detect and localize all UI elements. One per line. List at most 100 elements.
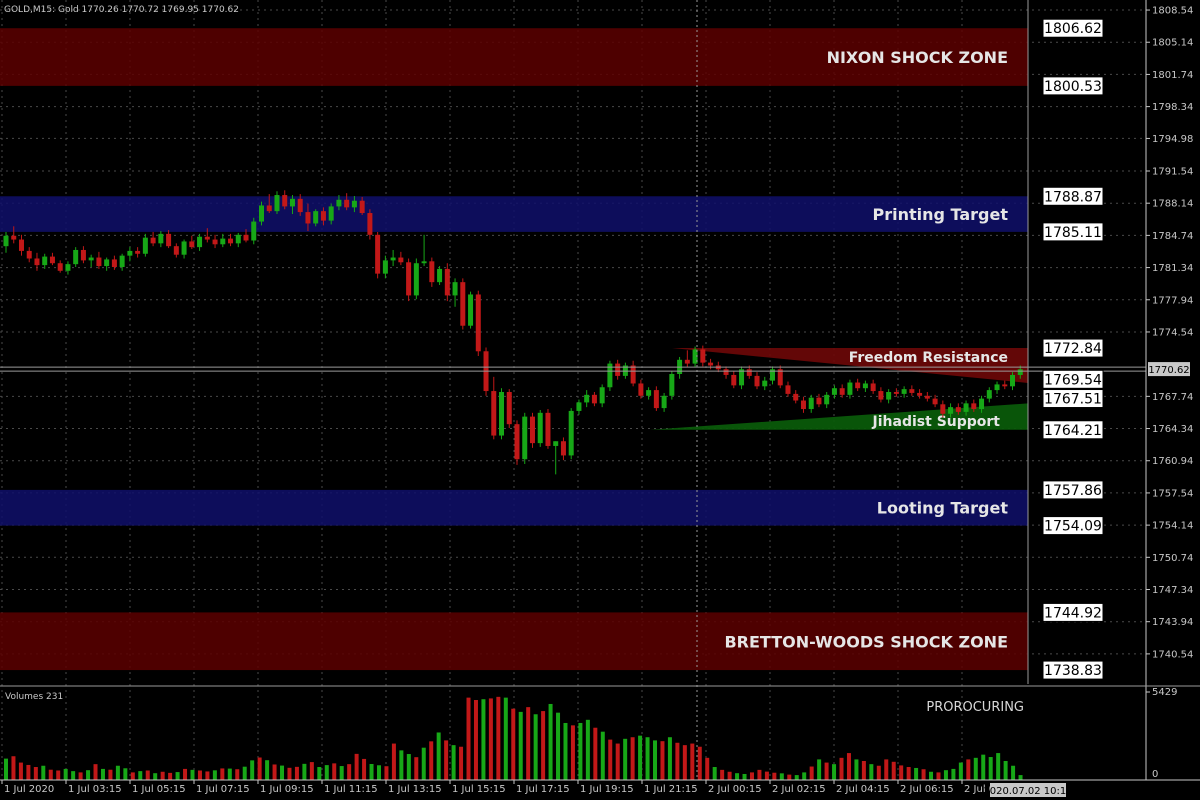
volume-bar [585, 719, 590, 780]
volume-bar [496, 696, 501, 780]
volume-bar [690, 743, 695, 780]
candle-body [228, 238, 234, 244]
candle-body [421, 261, 427, 264]
volume-bar [705, 757, 710, 780]
volume-bar [153, 773, 158, 780]
candle-body [917, 392, 923, 396]
candle-body [460, 282, 466, 326]
candle-body [855, 382, 861, 389]
volume-bar [354, 753, 359, 780]
candle-body [615, 363, 621, 376]
volume-bar [63, 768, 68, 780]
level-label: 1738.83 [1044, 663, 1102, 679]
volume-min-label: 0 [1152, 769, 1158, 780]
candle-body [336, 199, 342, 207]
price-tick-label: 1757.54 [1152, 488, 1193, 499]
volume-bar [78, 772, 83, 780]
level-label: 1772.84 [1044, 341, 1102, 357]
candle-body [282, 195, 288, 207]
candle-body [940, 404, 946, 414]
price-tick-label: 1774.54 [1152, 327, 1193, 338]
candle-body [305, 212, 311, 224]
volume-bar [943, 770, 948, 780]
price-tick-label: 1805.14 [1152, 38, 1193, 49]
candle-body [514, 424, 520, 460]
price-tick-label: 1754.14 [1152, 521, 1193, 532]
volume-bar [71, 771, 76, 780]
candle-body [793, 393, 799, 401]
volume-bar [921, 769, 926, 780]
volume-annotation: PROROCURING [926, 700, 1024, 715]
candle-body [189, 241, 195, 248]
time-tick-label: 1 Jul 03:15 [68, 784, 122, 795]
candle-body [96, 257, 102, 267]
volume-bar [175, 772, 180, 780]
candle-body [382, 260, 388, 274]
candle-body [1002, 384, 1008, 387]
candle-body [235, 234, 241, 244]
candle-body [57, 263, 63, 271]
volume-bar [183, 768, 188, 780]
volume-bar [839, 757, 844, 780]
volume-bar [966, 759, 971, 780]
time-tick-label: 2 Jul 02:15 [772, 784, 826, 795]
volume-bar [160, 771, 165, 780]
candle-body [34, 258, 40, 266]
volume-bar [511, 708, 516, 780]
price-tick-label: 1781.34 [1152, 263, 1193, 274]
gold-m15-chart[interactable]: NIXON SHOCK ZONE Printing Target Looting T… [0, 0, 1200, 800]
volume-bar [563, 722, 568, 780]
candle-body [684, 359, 690, 364]
volume-bar [906, 767, 911, 780]
volume-bar [533, 714, 538, 780]
volume-bar [56, 770, 61, 780]
candle-body [777, 369, 783, 386]
volume-bar [451, 745, 456, 780]
candle-body [723, 369, 729, 375]
candle-body [831, 388, 837, 395]
volume-bar [197, 770, 202, 780]
candle-body [313, 211, 319, 224]
candle-body [522, 416, 528, 460]
volume-bar [764, 771, 769, 780]
volume-bar [332, 763, 337, 780]
volume-bar [168, 772, 173, 780]
volume-bar [832, 764, 837, 780]
time-tick-label: 1 Jul 19:15 [580, 784, 634, 795]
level-label: 1757.86 [1044, 483, 1102, 499]
volume-bar [779, 773, 784, 780]
volume-bar [280, 765, 285, 780]
level-label: 1767.51 [1044, 392, 1102, 408]
candle-body [73, 249, 79, 265]
volume-bar [600, 731, 605, 780]
time-tick-label: 1 Jul 05:15 [132, 784, 186, 795]
volume-bar [846, 753, 851, 780]
candle-body [197, 236, 203, 248]
time-cursor-label: 2020.07.02 10:19 [983, 786, 1072, 797]
candle-body [150, 237, 156, 244]
volume-bar [347, 764, 352, 780]
candle-body [243, 234, 249, 241]
candle-body [259, 205, 264, 222]
volume-bar [1018, 775, 1023, 780]
candle-body [220, 238, 226, 245]
candle-body [375, 234, 381, 274]
candle-body [18, 239, 24, 251]
volume-bar [227, 768, 232, 780]
volume-bar [287, 767, 292, 780]
volume-bar [578, 722, 583, 780]
candle-body [1010, 374, 1016, 387]
volume-bar [914, 767, 919, 780]
volume-bar [817, 759, 822, 780]
volume-bar [242, 766, 247, 780]
volume-bar [414, 757, 419, 780]
candle-body [553, 441, 559, 446]
candle-body [909, 389, 915, 393]
level-label: 1769.54 [1044, 372, 1102, 388]
price-tick-label: 1808.54 [1152, 6, 1193, 17]
volume-bar [272, 764, 277, 780]
volume-bar [406, 754, 411, 780]
price-tick-label: 1777.94 [1152, 295, 1193, 306]
candle-body [878, 391, 884, 400]
price-tick-label: 1794.98 [1152, 134, 1193, 145]
